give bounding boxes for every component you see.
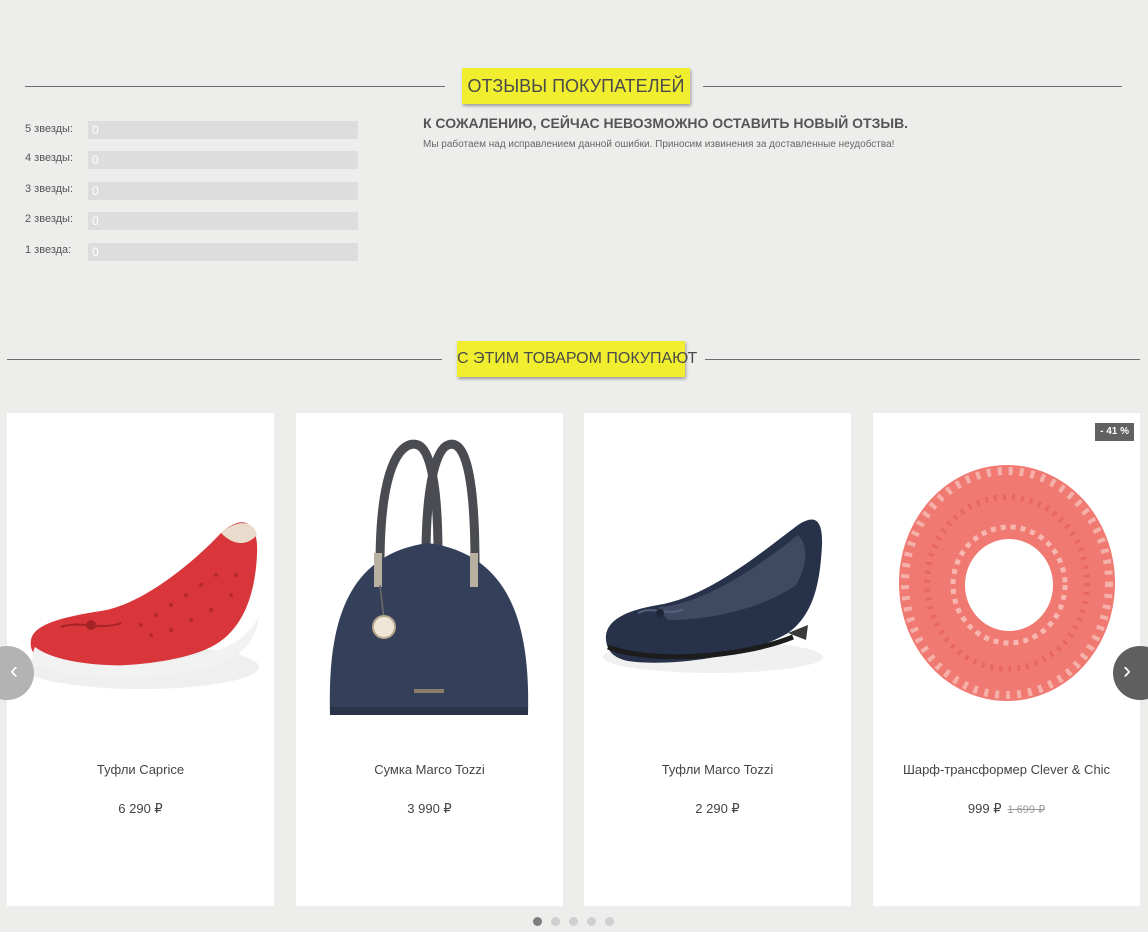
divider-left: [25, 86, 445, 87]
product-name[interactable]: Туфли Marco Tozzi: [584, 762, 851, 777]
rating-row-5: 5 звезды: 0: [25, 121, 360, 139]
pagination-dot[interactable]: [569, 917, 578, 926]
pagination-dot[interactable]: [587, 917, 596, 926]
rating-label: 1 звезда:: [25, 244, 72, 256]
chevron-right-icon: ›: [1123, 657, 1131, 684]
product-price-row: 2 290 ₽: [584, 801, 851, 817]
product-price: 6 290 ₽: [118, 801, 163, 816]
rating-bar: 0: [88, 243, 358, 261]
pagination-dot[interactable]: [605, 917, 614, 926]
product-price: 999 ₽: [967, 801, 1002, 816]
divider-left: [7, 359, 442, 360]
navy-handbag-image[interactable]: [310, 435, 549, 735]
rating-label: 2 звезды:: [25, 213, 73, 225]
rating-row-4: 4 звезды: 0: [25, 151, 360, 169]
navy-ballet-flat-image[interactable]: [598, 435, 837, 735]
product-price-row: 999 ₽ 1 699 ₽: [873, 801, 1140, 817]
product-name[interactable]: Шарф-трансформер Clever & Chic: [873, 762, 1140, 777]
rating-row-3: 3 звезды: 0: [25, 182, 360, 200]
product-card[interactable]: Сумка Marco Tozzi 3 990 ₽: [296, 413, 563, 906]
product-card[interactable]: - 41 % Шарф-трансформер Clever & Chic 99…: [873, 413, 1140, 906]
rating-bar: 0: [88, 151, 358, 169]
product-price-row: 6 290 ₽: [7, 801, 274, 817]
product-name[interactable]: Туфли Caprice: [7, 762, 274, 777]
chevron-left-icon: ‹: [10, 657, 18, 684]
rating-label: 3 звезды:: [25, 183, 73, 195]
product-card[interactable]: Туфли Marco Tozzi 2 290 ₽: [584, 413, 851, 906]
rating-count: 0: [92, 214, 99, 228]
rating-bar: 0: [88, 182, 358, 200]
rating-count: 0: [92, 153, 99, 167]
product-price-row: 3 990 ₽: [296, 801, 563, 817]
red-ballet-flat-image[interactable]: [21, 435, 260, 735]
product-name[interactable]: Сумка Marco Tozzi: [296, 762, 563, 777]
rating-count: 0: [92, 245, 99, 259]
reviews-title: ОТЗЫВЫ ПОКУПАТЕЛЕЙ: [462, 68, 690, 104]
rating-label: 4 звезды:: [25, 152, 73, 164]
related-section-header: С ЭТИМ ТОВАРОМ ПОКУПАЮТ: [0, 341, 1148, 377]
product-card[interactable]: Туфли Caprice 6 290 ₽: [7, 413, 274, 906]
rating-bar: 0: [88, 121, 358, 139]
rating-label: 5 звезды:: [25, 123, 73, 135]
reviews-section-header: ОТЗЫВЫ ПОКУПАТЕЛЕЙ: [0, 68, 1148, 104]
product-old-price: 1 699 ₽: [1007, 804, 1046, 816]
rating-bar: 0: [88, 212, 358, 230]
rating-row-1: 1 звезда: 0: [25, 243, 360, 261]
rating-count: 0: [92, 123, 99, 137]
pagination-dot[interactable]: [533, 917, 542, 926]
rating-count: 0: [92, 184, 99, 198]
coral-knit-scarf-image[interactable]: [887, 435, 1126, 735]
review-unavailable-text: Мы работаем над исправлением данной ошиб…: [423, 139, 895, 150]
related-title: С ЭТИМ ТОВАРОМ ПОКУПАЮТ: [457, 341, 697, 377]
divider-right: [703, 86, 1122, 87]
product-price: 3 990 ₽: [407, 801, 452, 816]
pagination-dot[interactable]: [551, 917, 560, 926]
divider-right: [705, 359, 1140, 360]
rating-row-2: 2 звезды: 0: [25, 212, 360, 230]
product-price: 2 290 ₽: [695, 801, 740, 816]
review-unavailable-title: К сожалению, сейчас невозможно оставить …: [423, 115, 909, 131]
